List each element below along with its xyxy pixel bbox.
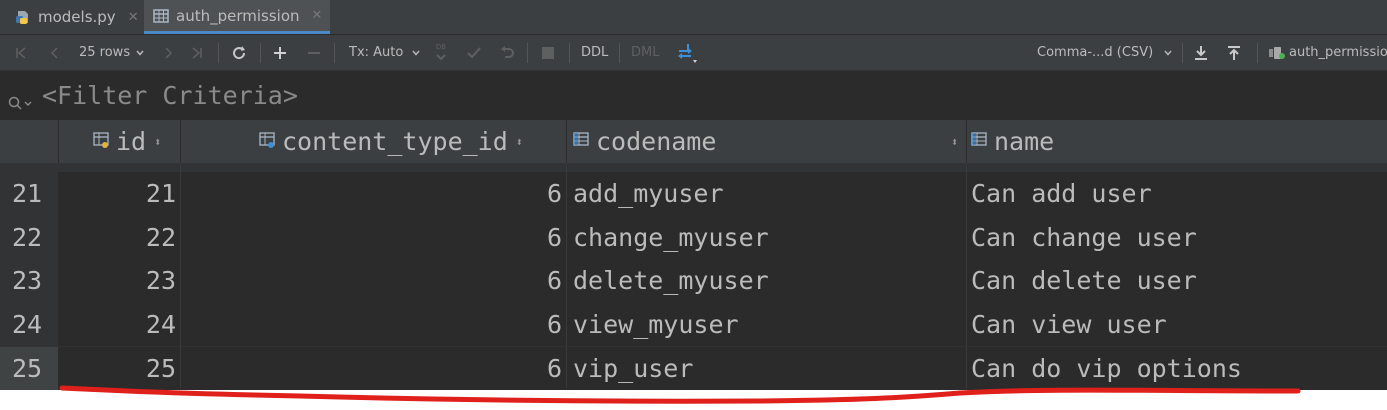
grid-header: id ⬍ content_type_id ⬍ codename ⬍ name xyxy=(0,120,1387,163)
search-icon[interactable] xyxy=(8,89,36,118)
cell-name[interactable]: Can view user xyxy=(971,303,1167,347)
last-page-icon[interactable] xyxy=(190,35,204,70)
cell-name[interactable]: Can add user xyxy=(971,172,1152,216)
rollback-icon[interactable] xyxy=(499,35,515,70)
cell-codename[interactable]: view_myuser xyxy=(573,303,739,347)
transaction-mode-dropdown[interactable]: Tx: Auto xyxy=(349,35,421,70)
table-row[interactable]: 21 21 6 add_myuser Can add user xyxy=(0,172,1387,216)
table-icon xyxy=(152,7,170,25)
chevron-down-icon xyxy=(135,48,145,58)
delete-row-icon[interactable] xyxy=(307,35,321,70)
toolbar-separator xyxy=(260,43,261,63)
cell-codename[interactable]: change_myuser xyxy=(573,216,769,260)
column-name: name xyxy=(994,127,1055,156)
db-label: DB xyxy=(435,43,447,51)
column-name: codename xyxy=(596,127,717,156)
submit-db-icon[interactable]: DB xyxy=(435,35,447,70)
grid-column-divider xyxy=(966,163,967,388)
filter-criteria-input[interactable]: <Filter Criteria> xyxy=(42,81,298,110)
upload-icon[interactable] xyxy=(1227,35,1241,70)
cell-content-type-id[interactable]: 6 xyxy=(182,259,562,303)
grid-scroll-gap xyxy=(0,163,1387,172)
add-row-icon[interactable] xyxy=(273,35,287,70)
toolbar-separator xyxy=(569,43,570,63)
cell-content-type-id[interactable]: 6 xyxy=(182,172,562,216)
foreign-key-column-icon xyxy=(258,127,278,156)
cell-id[interactable]: 21 xyxy=(60,172,176,216)
table-name-label: auth_permission xyxy=(1289,45,1387,60)
column-header-content-type-id[interactable]: content_type_id ⬍ xyxy=(258,120,523,163)
toolbar-separator xyxy=(527,43,528,63)
column-name: id xyxy=(116,127,147,156)
row-number: 24 xyxy=(0,303,58,347)
sort-icon[interactable]: ⬍ xyxy=(516,135,523,149)
toolbar-separator xyxy=(619,43,620,63)
transaction-mode-label: Tx: Auto xyxy=(349,45,404,60)
toolbar-separator xyxy=(218,43,219,63)
cell-name[interactable]: Can change user xyxy=(971,216,1197,260)
column-icon xyxy=(572,127,592,156)
first-page-icon[interactable] xyxy=(14,35,28,70)
chevron-down-icon xyxy=(1163,48,1173,58)
close-icon[interactable]: ✕ xyxy=(128,10,139,25)
table-source-link[interactable]: auth_permission xyxy=(1268,35,1387,70)
grid-row-divider xyxy=(58,346,1387,347)
toolbar-separator xyxy=(1257,43,1258,63)
grid-column-divider xyxy=(180,163,181,388)
export-format-dropdown[interactable]: Comma-...d (CSV) xyxy=(1037,35,1173,70)
cell-id[interactable]: 23 xyxy=(60,259,176,303)
cell-codename[interactable]: add_myuser xyxy=(573,172,724,216)
grid-column-divider xyxy=(566,163,567,388)
chevron-down-icon xyxy=(411,48,421,58)
compare-arrows-icon[interactable] xyxy=(676,35,698,70)
tab-models-py[interactable]: models.py ✕ xyxy=(6,0,147,34)
red-underline-annotation xyxy=(59,385,1301,404)
cell-name[interactable]: Can delete user xyxy=(971,259,1197,303)
toolbar-separator xyxy=(334,43,335,63)
row-number: 21 xyxy=(0,172,58,216)
datasource-icon xyxy=(1268,46,1286,60)
commit-check-icon[interactable] xyxy=(466,35,482,70)
column-icon xyxy=(970,127,990,156)
toolbar-separator xyxy=(1182,43,1183,63)
export-format-label: Comma-...d (CSV) xyxy=(1037,45,1154,60)
python-file-icon xyxy=(14,8,32,26)
column-header-name[interactable]: name xyxy=(970,120,1054,163)
refresh-icon[interactable] xyxy=(231,35,247,70)
page-size-dropdown[interactable]: 25 rows xyxy=(79,35,145,70)
table-row[interactable]: 22 22 6 change_myuser Can change user xyxy=(0,216,1387,260)
sort-icon[interactable]: ⬍ xyxy=(154,135,161,149)
primary-key-column-icon xyxy=(92,127,112,156)
cell-content-type-id[interactable]: 6 xyxy=(182,303,562,347)
previous-page-icon[interactable] xyxy=(48,35,62,70)
cell-id[interactable]: 22 xyxy=(60,216,176,260)
cell-content-type-id[interactable]: 6 xyxy=(182,216,562,260)
next-page-icon[interactable] xyxy=(161,35,175,70)
grid-toolbar: 25 rows Tx: Auto DB DDL DML Comma-...d (… xyxy=(0,35,1387,71)
tab-label: auth_permission xyxy=(176,6,300,25)
column-header-codename[interactable]: codename xyxy=(572,120,716,163)
ddl-button[interactable]: DDL xyxy=(581,35,608,70)
editor-tab-bar: models.py ✕ auth_permission ✕ xyxy=(0,0,1387,35)
sort-icon[interactable]: ⬍ xyxy=(943,120,958,163)
filter-bar[interactable]: <Filter Criteria> xyxy=(0,71,1387,120)
dml-button[interactable]: DML xyxy=(631,35,659,70)
table-row[interactable]: 24 24 6 view_myuser Can view user xyxy=(0,303,1387,347)
cell-id[interactable]: 24 xyxy=(60,303,176,347)
tab-auth-permission[interactable]: auth_permission ✕ xyxy=(144,0,331,34)
row-number: 23 xyxy=(0,259,58,303)
cell-codename[interactable]: delete_myuser xyxy=(573,259,769,303)
rows-count-label: 25 rows xyxy=(79,45,131,60)
table-row[interactable]: 23 23 6 delete_myuser Can delete user xyxy=(0,259,1387,303)
tab-label: models.py xyxy=(38,8,116,26)
column-header-id[interactable]: id ⬍ xyxy=(92,120,161,163)
stop-icon[interactable] xyxy=(541,35,555,70)
row-number: 22 xyxy=(0,216,58,260)
download-icon[interactable] xyxy=(1194,35,1208,70)
close-icon[interactable]: ✕ xyxy=(312,8,323,23)
column-name: content_type_id xyxy=(282,127,508,156)
